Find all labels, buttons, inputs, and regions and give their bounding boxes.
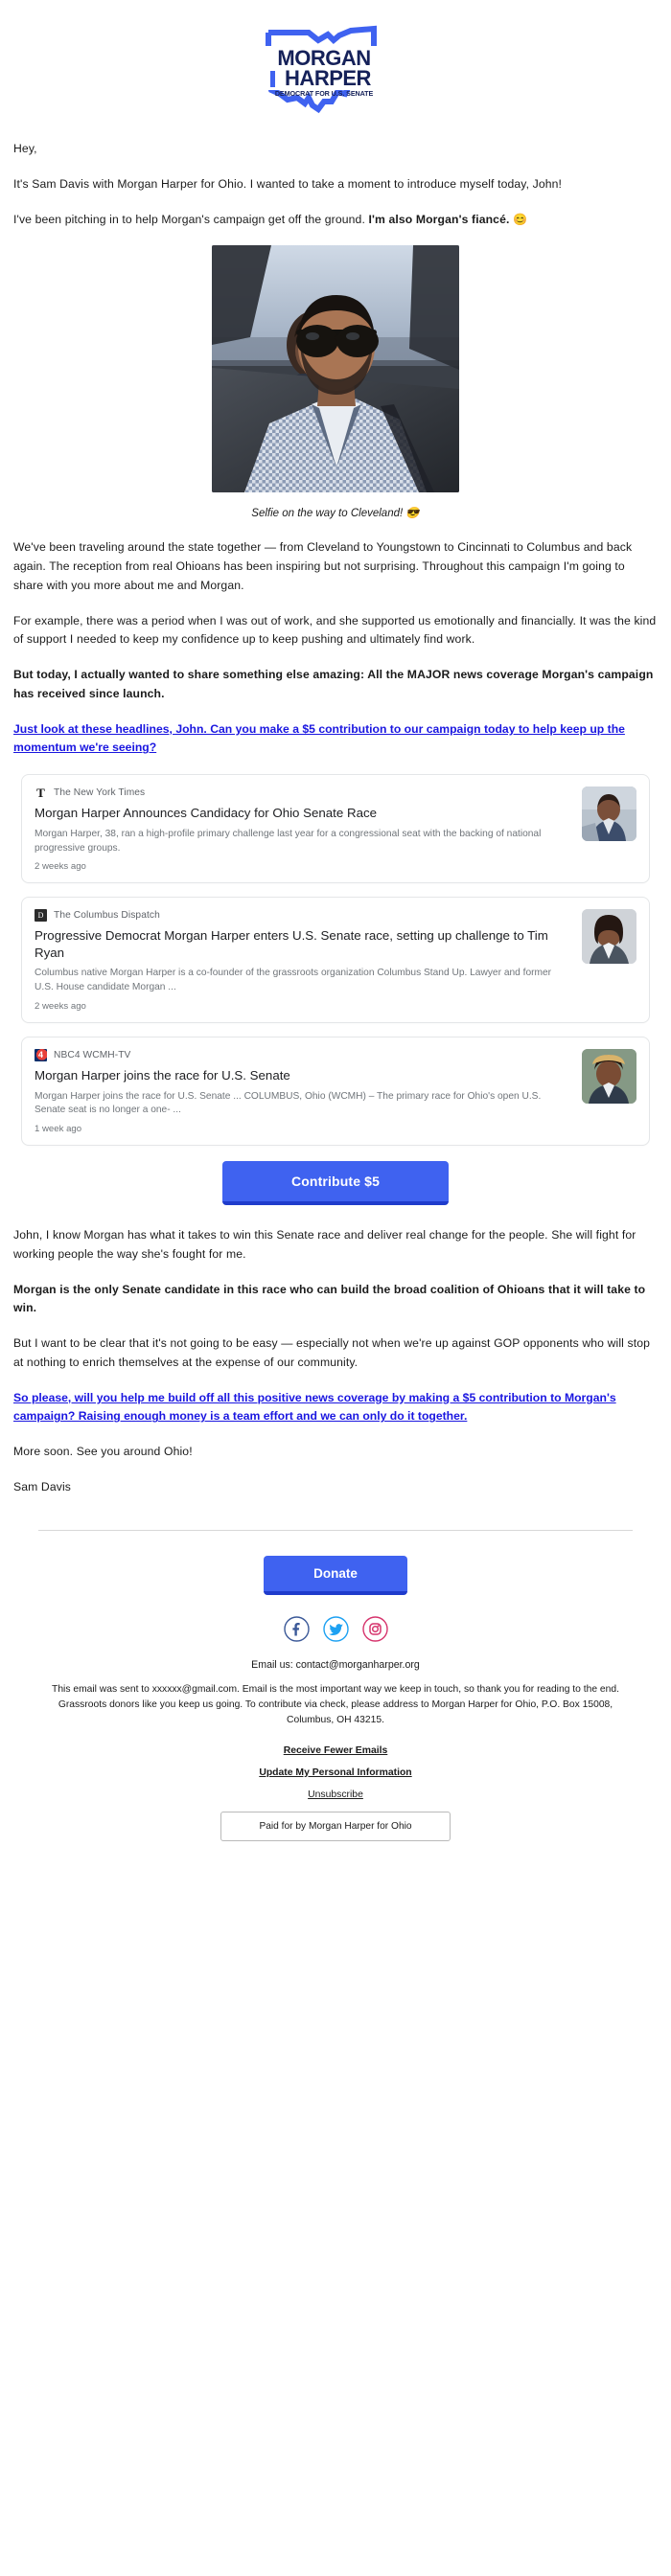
closing-paragraph: More soon. See you around Ohio! xyxy=(13,1445,193,1459)
unsubscribe-link[interactable]: Unsubscribe xyxy=(0,1790,671,1800)
donate-block: Donate xyxy=(0,1555,671,1595)
news-card-snippet: Morgan Harper joins the race for U.S. Se… xyxy=(35,1090,542,1116)
news-card-source: D The Columbus Dispatch xyxy=(35,909,570,923)
paid-for-disclaimer: Paid for by Morgan Harper for Ohio xyxy=(220,1811,451,1841)
email-content-lower: John, I know Morgan has what it takes to… xyxy=(0,1226,671,1497)
update-personal-info-link[interactable]: Update My Personal Information xyxy=(0,1767,671,1778)
news-coverage-paragraph: But today, I actually wanted to share so… xyxy=(13,668,654,700)
donate-button[interactable]: Donate xyxy=(264,1555,407,1595)
gop-opponents-paragraph: But I want to be clear that it's not goi… xyxy=(13,1336,651,1369)
coalition-paragraph: Morgan is the only Senate candidate in t… xyxy=(13,1282,646,1315)
news-card[interactable]: 4 NBC4 WCMH-TV Morgan Harper joins the r… xyxy=(21,1036,650,1147)
photo-caption: Selfie on the way to Cleveland! 😎 xyxy=(251,508,420,520)
news-card-thumbnail xyxy=(582,786,636,842)
campaign-logo: MORGAN HARPER DEMOCRAT FOR U.S. SENATE xyxy=(0,0,671,140)
social-links xyxy=(0,1616,671,1642)
news-card[interactable]: T The New York Times Morgan Harper Annou… xyxy=(21,774,650,884)
fiance-paragraph-bold: I'm also Morgan's fiancé. xyxy=(368,212,510,226)
news-card-title[interactable]: Progressive Democrat Morgan Harper enter… xyxy=(35,927,570,961)
legal-disclaimer: This email was sent to xxxxxx@gmail.com.… xyxy=(52,1683,619,1725)
news-card-main: D The Columbus Dispatch Progressive Demo… xyxy=(35,909,570,1012)
final-ask-paragraph: So please, will you help me build off al… xyxy=(13,1389,658,1427)
news-card-source-name: NBC4 WCMH-TV xyxy=(54,1049,131,1060)
traveling-paragraph: We've been traveling around the state to… xyxy=(13,540,633,592)
news-card-source: 4 NBC4 WCMH-TV xyxy=(35,1048,570,1061)
news-card-snippet: Columbus native Morgan Harper is a co-fo… xyxy=(35,968,552,993)
news-thumbnail-image-1 xyxy=(582,786,636,842)
news-card-main: T The New York Times Morgan Harper Annou… xyxy=(35,786,570,872)
footer-divider xyxy=(38,1529,633,1531)
contact-email-text: Email us: contact@morganharper.org xyxy=(251,1658,420,1671)
news-cards-list: T The New York Times Morgan Harper Annou… xyxy=(0,774,671,1147)
news-card-thumbnail xyxy=(582,1048,636,1104)
fiance-paragraph: I've been pitching in to help Morgan's c… xyxy=(13,211,658,230)
email-body: MORGAN HARPER DEMOCRAT FOR U.S. SENATE H… xyxy=(0,0,671,1841)
twitter-icon[interactable] xyxy=(322,1616,349,1642)
news-card-timestamp: 1 week ago xyxy=(35,1124,82,1135)
contribute-button[interactable]: Contribute $5 xyxy=(222,1161,449,1206)
selfie-photo xyxy=(212,245,459,493)
headlines-ask-link[interactable]: Just look at these headlines, John. Can … xyxy=(13,722,625,755)
win-race-paragraph: John, I know Morgan has what it takes to… xyxy=(13,1228,636,1261)
news-card-title[interactable]: Morgan Harper joins the race for U.S. Se… xyxy=(35,1067,570,1084)
news-thumbnail-image-2 xyxy=(582,909,636,965)
final-ask-link[interactable]: So please, will you help me build off al… xyxy=(13,1391,616,1424)
logo-tagline: DEMOCRAT FOR U.S. SENATE xyxy=(275,89,374,98)
intro-paragraph: It's Sam Davis with Morgan Harper for Oh… xyxy=(13,176,563,191)
news-card-source-name: The New York Times xyxy=(54,787,146,799)
receive-fewer-emails-link[interactable]: Receive Fewer Emails xyxy=(0,1745,671,1756)
selfie-photo-image xyxy=(212,245,459,493)
news-card-source: T The New York Times xyxy=(35,786,570,799)
fiance-paragraph-lead: I've been pitching in to help Morgan's c… xyxy=(13,212,369,226)
contribute-cta-block: Contribute $5 xyxy=(0,1161,671,1206)
nyt-logo-icon: T xyxy=(36,786,45,801)
news-card-timestamp: 2 weeks ago xyxy=(35,861,86,873)
news-card-timestamp: 2 weeks ago xyxy=(35,1000,86,1012)
logo-line-2: HARPER xyxy=(285,66,372,90)
nbc4-logo-icon: 4 xyxy=(35,1048,47,1061)
news-card[interactable]: D The Columbus Dispatch Progressive Demo… xyxy=(21,897,650,1023)
support-paragraph: For example, there was a period when I w… xyxy=(13,613,657,647)
instagram-icon[interactable] xyxy=(361,1616,388,1642)
greeting-text: Hey, xyxy=(13,142,37,155)
morgan-harper-ohio-logo-icon: MORGAN HARPER DEMOCRAT FOR U.S. SENATE xyxy=(265,25,385,114)
selfie-photo-block xyxy=(13,245,658,497)
news-card-title[interactable]: Morgan Harper Announces Candidacy for Oh… xyxy=(35,805,570,822)
headlines-ask-paragraph: Just look at these headlines, John. Can … xyxy=(13,720,658,759)
news-thumbnail-image-3 xyxy=(582,1048,636,1104)
email-content: Hey, It's Sam Davis with Morgan Harper f… xyxy=(0,140,671,758)
columbus-dispatch-logo-icon: D xyxy=(35,909,47,923)
news-card-source-name: The Columbus Dispatch xyxy=(54,910,160,922)
signature: Sam Davis xyxy=(13,1479,72,1493)
news-card-main: 4 NBC4 WCMH-TV Morgan Harper joins the r… xyxy=(35,1048,570,1135)
news-card-snippet: Morgan Harper, 38, ran a high-profile pr… xyxy=(35,828,542,854)
facebook-icon[interactable] xyxy=(283,1616,310,1642)
news-card-thumbnail xyxy=(582,909,636,965)
smile-emoji-icon: 😊 xyxy=(513,212,528,226)
